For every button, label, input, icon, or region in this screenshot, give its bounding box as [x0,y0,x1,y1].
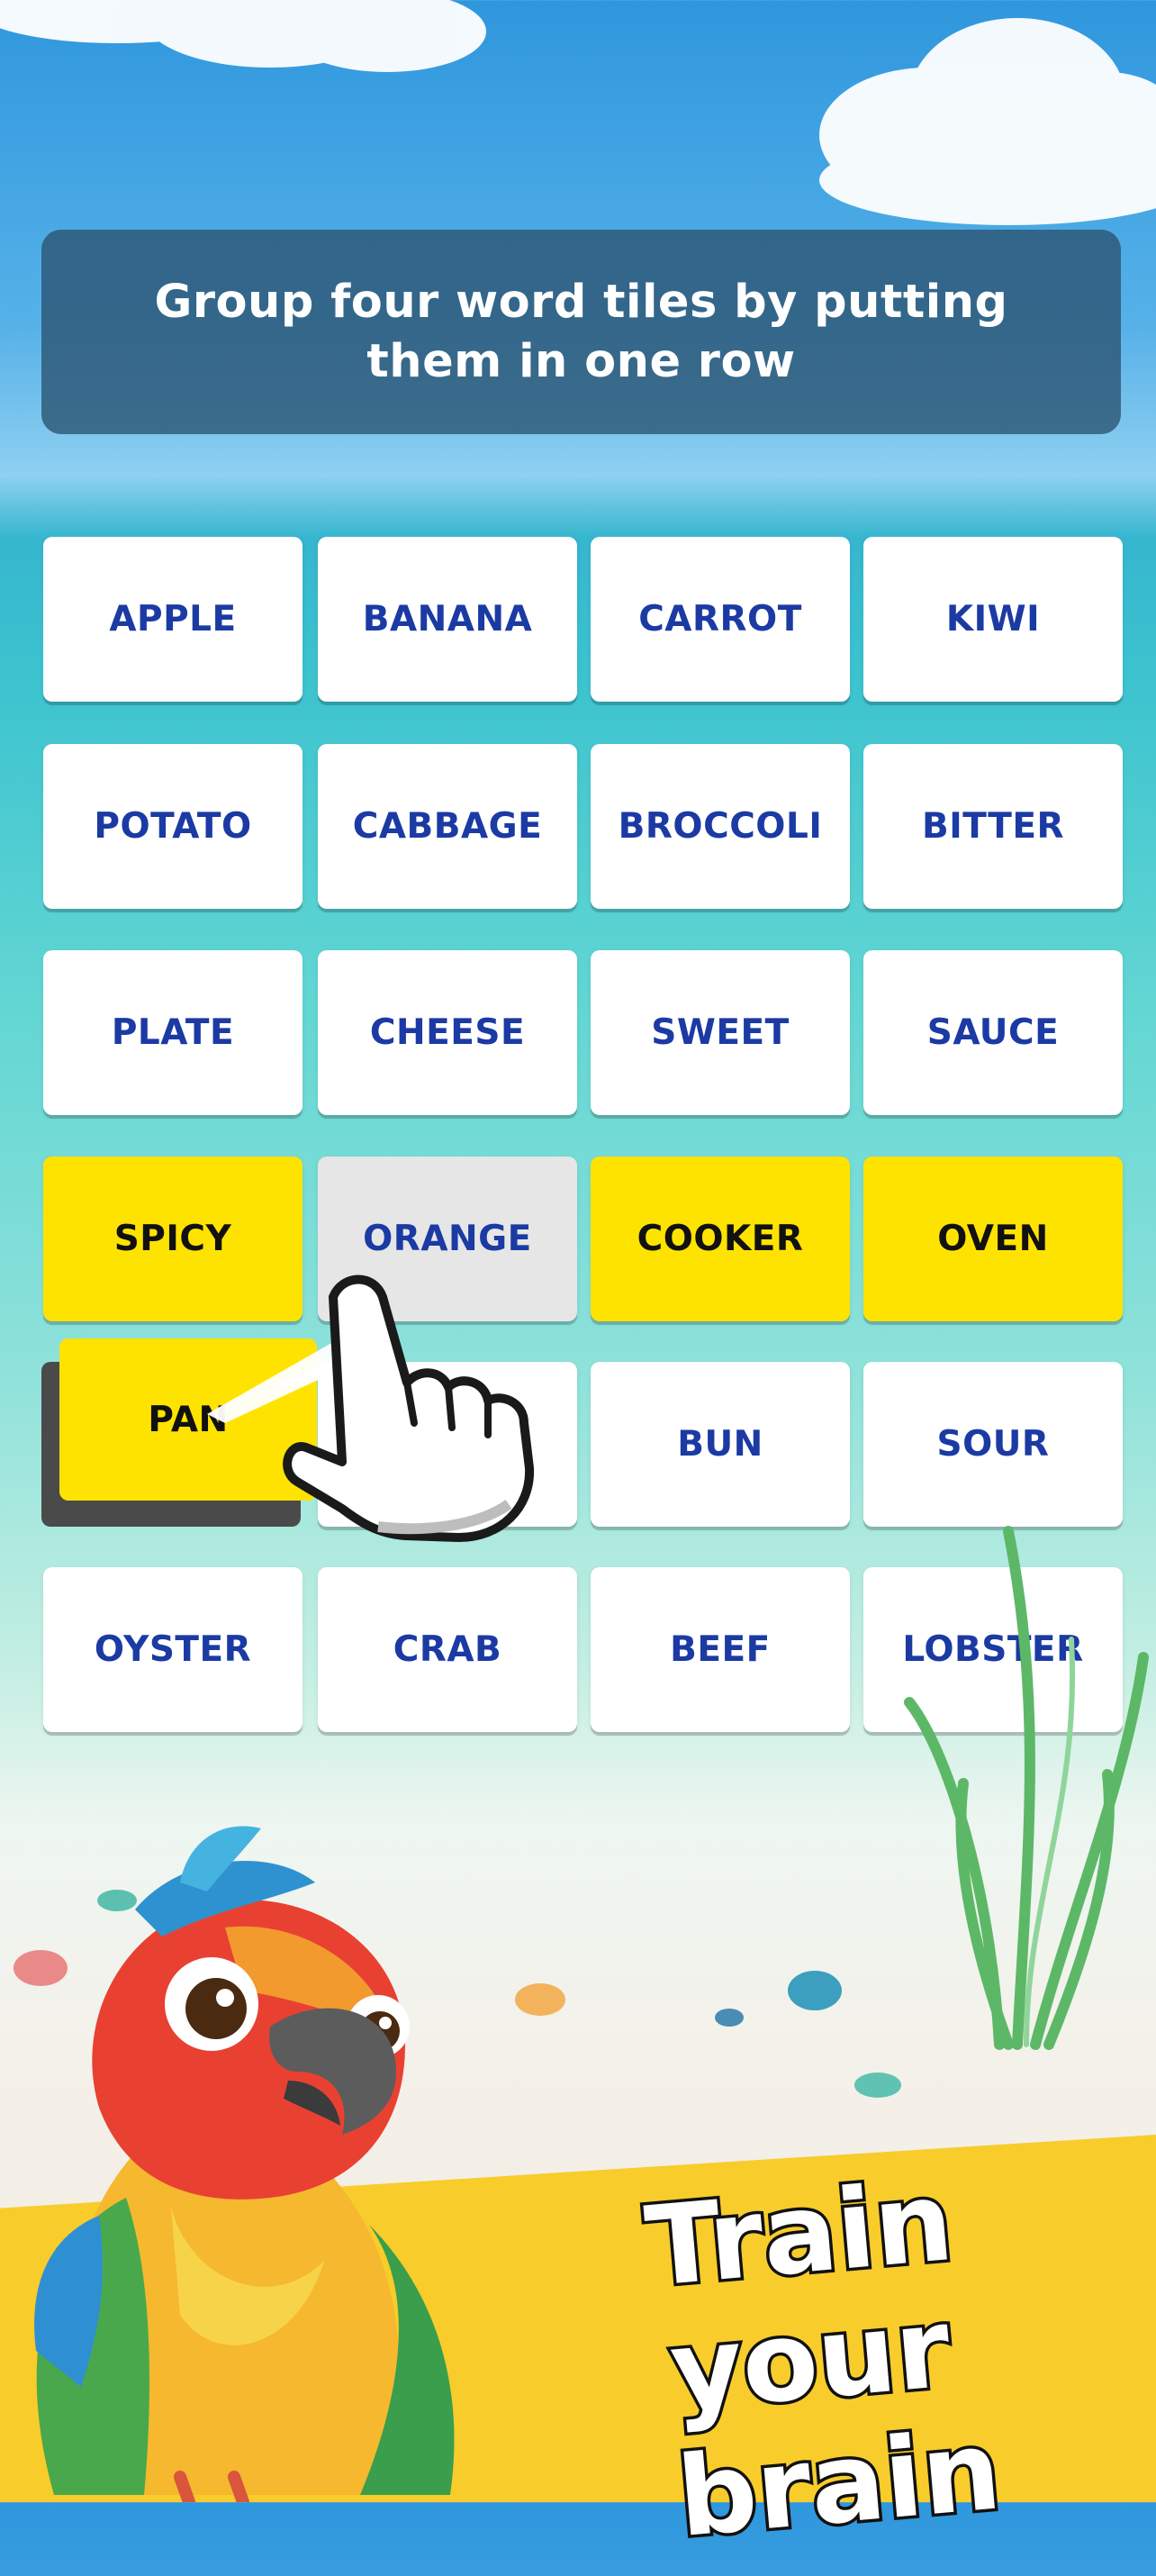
word-tile[interactable]: BANANA [318,537,577,702]
word-tile[interactable]: BITTER [863,744,1123,909]
instruction-banner: Group four word tiles by putting them in… [41,230,1121,434]
word-tile[interactable]: OYSTER [43,1567,303,1732]
word-tile[interactable]: CHEESE [318,950,577,1115]
word-tile[interactable]: BEEF [591,1567,850,1732]
word-tile[interactable]: SAUCE [863,950,1123,1115]
word-tile[interactable]: KIWI [863,537,1123,702]
game-screen: Group four word tiles by putting them in… [0,0,1156,2565]
parrot-mascot [34,1826,455,2502]
word-tile[interactable]: PLATE [43,950,303,1115]
word-tile[interactable]: CARROT [591,537,850,702]
word-tile[interactable]: POTATO [43,744,303,909]
word-tile[interactable]: APPLE [43,537,303,702]
promo-line-1: Train your [637,2154,961,2438]
word-tile[interactable]: BUN [591,1362,850,1527]
word-tile[interactable]: SWEET [591,950,850,1115]
word-tile[interactable]: CABBAGE [318,744,577,909]
promo-line-2: brain [670,2403,1009,2565]
promo-headline: Train your brain [489,2145,1132,2575]
pointing-hand-icon [207,1274,535,1542]
instruction-text: Group four word tiles by putting them in… [154,275,1008,388]
word-tile[interactable]: CRAB [318,1567,577,1732]
word-tile-selected[interactable]: OVEN [863,1156,1123,1321]
word-tile-selected[interactable]: COOKER [591,1156,850,1321]
word-tile[interactable]: BROCCOLI [591,744,850,909]
